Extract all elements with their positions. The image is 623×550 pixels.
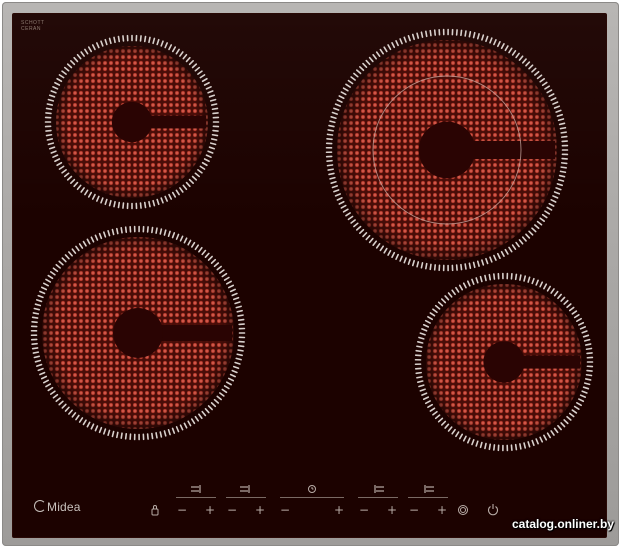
boost-icon[interactable] <box>458 505 468 515</box>
zone3-plus-button[interactable]: + <box>386 504 398 516</box>
zone4-plus-button[interactable]: + <box>436 504 448 516</box>
zone3-minus-button[interactable]: − <box>358 504 370 516</box>
zone-front-left-icon <box>240 485 250 493</box>
zone1-minus-button[interactable]: − <box>176 504 188 516</box>
watermark-text: catalog.onliner.by <box>511 517 614 531</box>
zone-rear-right-icon <box>374 485 384 493</box>
zone2-minus-button[interactable]: − <box>226 504 238 516</box>
zone-indicator-icons <box>151 485 498 516</box>
zone2-plus-button[interactable]: + <box>254 504 266 516</box>
timer-plus-button[interactable]: + <box>333 504 345 516</box>
zone4-minus-button[interactable]: − <box>408 504 420 516</box>
clock-icon <box>308 485 316 493</box>
timer-minus-button[interactable]: − <box>279 504 291 516</box>
zone-rear-left-icon <box>191 485 201 493</box>
lock-icon[interactable] <box>151 505 159 516</box>
zone-front-right-icon <box>424 485 434 493</box>
zone1-plus-button[interactable]: + <box>204 504 216 516</box>
power-icon[interactable] <box>488 504 498 516</box>
